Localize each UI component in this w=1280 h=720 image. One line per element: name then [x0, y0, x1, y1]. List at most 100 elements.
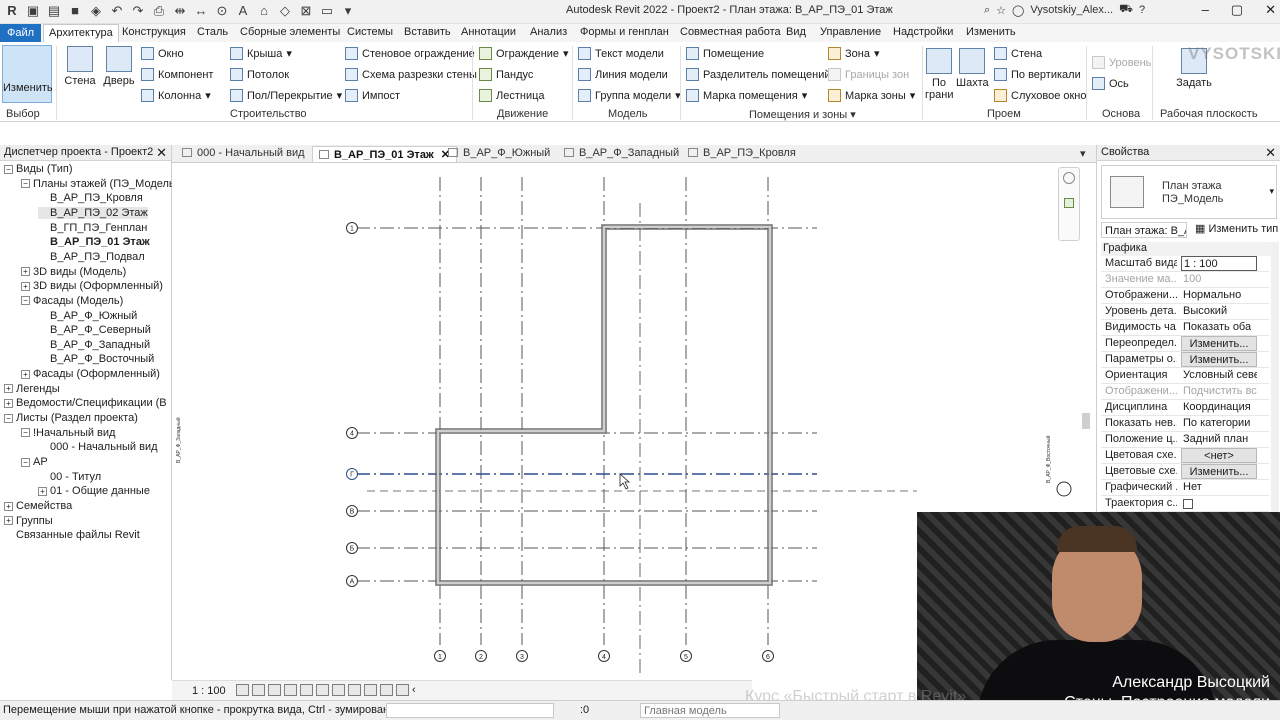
tab-collaborate[interactable]: Совместная работа	[680, 26, 781, 38]
temporary-hide-icon[interactable]	[332, 684, 345, 696]
show-crop-icon[interactable]	[316, 684, 329, 696]
help-icon[interactable]: ?	[1139, 4, 1145, 16]
crop-view-icon[interactable]	[300, 684, 313, 696]
modify-button[interactable]: Изменить	[2, 45, 53, 103]
collapse-icon[interactable]: −	[21, 457, 30, 467]
dimension-icon[interactable]: ↔	[193, 3, 209, 19]
detail-level-icon[interactable]	[236, 684, 249, 696]
stair-button[interactable]: Лестница	[479, 89, 545, 102]
view-tab[interactable]: 000 - Начальный вид	[176, 146, 311, 162]
browser-item[interactable]: В_АР_ПЭ_Кровля	[38, 192, 143, 204]
browser-item[interactable]: − Фасады (Модель)	[21, 295, 123, 307]
browser-item[interactable]: + Ведомости/Спецификации (В	[4, 397, 167, 409]
browser-item[interactable]: В_АР_ПЭ_Подвал	[38, 251, 145, 263]
tab-precast[interactable]: Сборные элементы	[240, 26, 340, 38]
elevation-marker[interactable]	[1056, 481, 1072, 497]
undo-icon[interactable]: ↶	[109, 3, 125, 19]
checkbox-icon[interactable]	[1183, 499, 1193, 509]
browser-item[interactable]: В_АР_ПЭ_02 Этаж	[38, 206, 148, 219]
text-icon[interactable]: A	[235, 3, 251, 19]
property-value[interactable]: Высокий	[1181, 304, 1257, 319]
vertical-scrollbar[interactable]	[1082, 413, 1090, 429]
close-hidden-icon[interactable]: ⊠	[298, 3, 314, 19]
redo-icon[interactable]: ↷	[130, 3, 146, 19]
browser-item[interactable]: В_АР_Ф_Восточный	[38, 353, 154, 365]
sync-icon[interactable]: ◈	[88, 3, 104, 19]
browser-item[interactable]: 00 - Титул	[38, 471, 101, 483]
maximize-icon[interactable]: ▢	[1231, 2, 1243, 18]
switch-windows-icon[interactable]: ▭	[319, 3, 335, 19]
curtain-grid-button[interactable]: Схема разрезки стены	[345, 68, 477, 81]
open-icon[interactable]: ▣	[25, 3, 41, 19]
roof-button[interactable]: Крыша ▾	[230, 47, 292, 60]
shadows-icon[interactable]	[284, 684, 297, 696]
expand-icon[interactable]: +	[4, 501, 13, 511]
property-value[interactable]: Координация	[1181, 400, 1257, 415]
property-value[interactable]: Нет	[1181, 480, 1257, 495]
ramp-button[interactable]: Пандус	[479, 68, 533, 81]
expand-icon[interactable]: +	[21, 369, 30, 379]
browser-item[interactable]: +3D виды (Модель)	[21, 266, 126, 278]
tag-icon[interactable]: ⊙	[214, 3, 230, 19]
property-value[interactable]: Задний план	[1181, 432, 1257, 447]
mullion-button[interactable]: Импост	[345, 89, 400, 102]
user-name[interactable]: Vysotskiy_Alex...	[1030, 4, 1113, 16]
area-button[interactable]: Зона ▾	[828, 47, 880, 60]
graphics-section-header[interactable]: Графика	[1101, 242, 1271, 256]
browser-item[interactable]: − Листы (Раздел проекта)	[4, 412, 138, 424]
steering-wheel-icon[interactable]	[1063, 172, 1075, 184]
browser-item[interactable]: + Группы	[4, 515, 53, 527]
wall-button[interactable]: Стена	[62, 46, 98, 87]
property-edit-button[interactable]: Изменить...	[1181, 336, 1257, 351]
view-tab-active[interactable]: В_АР_ПЭ_01 Этаж ✕	[312, 146, 458, 162]
property-edit-button[interactable]: Изменить...	[1181, 352, 1257, 367]
room-area-panel-label[interactable]: Помещения и зоны ▾	[749, 108, 856, 121]
room-button[interactable]: Помещение	[686, 47, 764, 60]
property-checkbox[interactable]	[1181, 496, 1257, 511]
browser-item[interactable]: +3D виды (Оформленный)	[21, 280, 163, 292]
browser-item[interactable]: В_АР_Ф_Северный	[38, 324, 151, 336]
revit-logo-icon[interactable]: R	[4, 3, 20, 19]
by-face-button[interactable]: По грани	[925, 48, 953, 101]
tab-architecture[interactable]: Архитектура	[43, 24, 119, 43]
analytical-model-icon[interactable]	[364, 684, 377, 696]
tab-massing-site[interactable]: Формы и генплан	[580, 26, 669, 38]
design-option-select[interactable]: Главная модель	[640, 703, 780, 718]
minimize-icon[interactable]: –	[1202, 2, 1209, 18]
tab-analyze[interactable]: Анализ	[530, 26, 567, 38]
floor-button[interactable]: Пол/Перекрытие ▾	[230, 89, 342, 102]
type-selector[interactable]: План этажа ПЭ_Модель ▾	[1101, 165, 1277, 219]
browser-item[interactable]: + Легенды	[4, 383, 60, 395]
browser-item[interactable]: В_АР_Ф_Южный	[38, 310, 137, 322]
browser-item[interactable]: − Виды (Тип)	[4, 163, 73, 175]
tab-file[interactable]: Файл	[0, 24, 42, 42]
close-icon[interactable]: ✕	[1265, 145, 1276, 161]
tab-steel[interactable]: Сталь	[197, 26, 228, 38]
browser-item[interactable]: В_АР_Ф_Западный	[38, 339, 150, 351]
railing-button[interactable]: Ограждение ▾	[479, 47, 569, 60]
collapse-icon[interactable]: ‹	[412, 684, 425, 696]
opening-wall-button[interactable]: Стена	[994, 47, 1042, 60]
door-button[interactable]: Дверь	[102, 46, 136, 87]
property-value[interactable]: Нормально	[1181, 288, 1257, 303]
select-panel-label[interactable]: Выбор	[6, 108, 40, 120]
browser-item[interactable]: 000 - Начальный вид	[38, 441, 158, 453]
dormer-button[interactable]: Слуховое окно	[994, 89, 1087, 102]
3d-view-icon[interactable]: ⌂	[256, 3, 272, 19]
expand-icon[interactable]: +	[4, 516, 13, 526]
model-line-button[interactable]: Линия модели	[578, 68, 668, 81]
ceiling-button[interactable]: Потолок	[230, 68, 289, 81]
zoom-icon[interactable]	[1064, 198, 1074, 208]
collapse-icon[interactable]: −	[21, 179, 30, 189]
property-value[interactable]: По категории	[1181, 416, 1257, 431]
edit-type-button[interactable]: ▦ Изменить тип	[1195, 222, 1278, 235]
component-button[interactable]: Компонент	[141, 68, 213, 81]
browser-item[interactable]: В_ГП_ПЭ_Генплан	[38, 222, 147, 234]
browser-item[interactable]: + Фасады (Оформленный)	[21, 368, 160, 380]
expand-icon[interactable]: +	[4, 384, 13, 394]
collapse-icon[interactable]: −	[21, 296, 30, 306]
print-icon[interactable]: ⎙	[151, 3, 167, 19]
tab-manage[interactable]: Управление	[820, 26, 881, 38]
expand-icon[interactable]: +	[4, 398, 13, 408]
collapse-icon[interactable]: −	[4, 413, 13, 423]
